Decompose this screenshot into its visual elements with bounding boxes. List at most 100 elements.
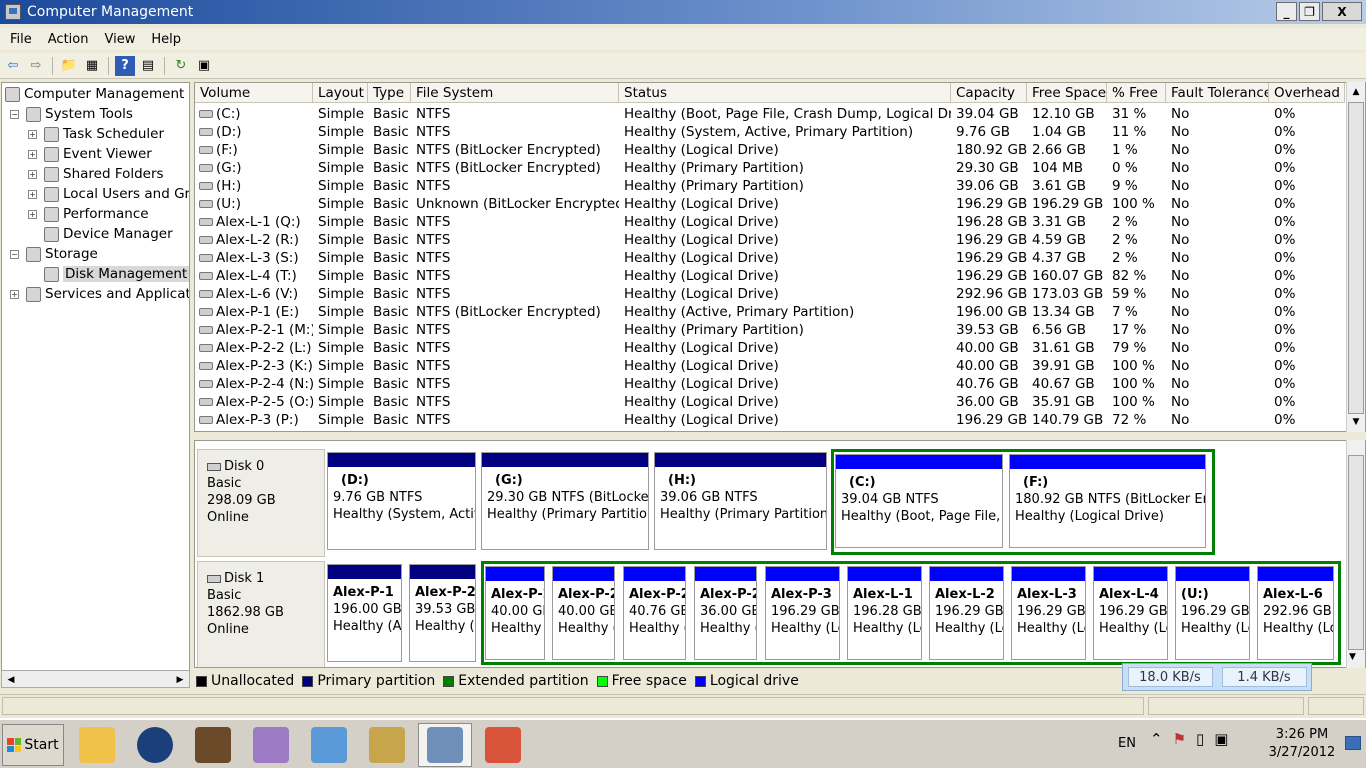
tree-item-storage[interactable]: − Storage — [10, 244, 98, 264]
show-hidden-icons-icon[interactable]: ⌃ — [1150, 730, 1163, 748]
back-icon[interactable]: ⇦ — [3, 56, 23, 76]
taskbar-button[interactable] — [128, 723, 182, 767]
scroll-right-icon[interactable]: ▶ — [173, 673, 187, 687]
disk-map-scrollbar[interactable]: ▼ — [1346, 440, 1365, 668]
menu-action[interactable]: Action — [40, 32, 97, 47]
scroll-down-icon[interactable]: ▼ — [1349, 415, 1363, 429]
tree-item-services-and-applicatio[interactable]: + Services and Applicatio — [10, 284, 189, 304]
scroll-left-icon[interactable]: ◀ — [4, 673, 18, 687]
tree-item-system-tools[interactable]: − System Tools — [10, 104, 133, 124]
partition[interactable]: Alex-P-1 196.00 GB Healthy (Ac — [327, 564, 402, 662]
column-header-fault-tolerance[interactable]: Fault Tolerance — [1166, 83, 1269, 103]
table-row[interactable]: (U:) Simple Basic Unknown (BitLocker Encryp… — [195, 195, 1345, 213]
partition[interactable]: Alex-L-3 196.29 GB Healthy (Lo — [1011, 566, 1086, 660]
disk-info-0[interactable]: Disk 0 Basic 298.09 GB Online — [197, 449, 325, 557]
tree-item-performance[interactable]: + Performance — [28, 204, 149, 224]
partition[interactable]: Alex-P-2 40.76 GB Healthy ( — [623, 566, 686, 660]
minimize-button[interactable]: _ — [1276, 2, 1297, 21]
export-icon[interactable]: ▣ — [194, 56, 214, 76]
scroll-thumb[interactable] — [1348, 102, 1364, 414]
table-row[interactable]: Alex-L-4 (T:) Simple Basic NTFS Healthy (Log… — [195, 267, 1345, 285]
partition[interactable]: Alex-L-2 196.29 GB Healthy (Lo — [929, 566, 1004, 660]
partition[interactable]: Alex-P-2 36.00 GB Healthy ( — [694, 566, 757, 660]
power-icon[interactable]: ▯ — [1196, 730, 1204, 748]
column-header-capacity[interactable]: Capacity — [951, 83, 1027, 103]
forward-icon[interactable]: ⇨ — [26, 56, 46, 76]
refresh-icon[interactable]: ↻ — [171, 56, 191, 76]
show-hide-tree-icon[interactable]: ▦ — [82, 56, 102, 76]
volume-list-scrollbar[interactable]: ▲ ▼ — [1346, 82, 1365, 432]
table-row[interactable]: (C:) Simple Basic NTFS Healthy (Boot, Page F… — [195, 105, 1345, 123]
column-header-file-system[interactable]: File System — [411, 83, 619, 103]
partition[interactable]: Alex-L-1 196.28 GB Healthy (Lo — [847, 566, 922, 660]
table-row[interactable]: Alex-L-2 (R:) Simple Basic NTFS Healthy (Log… — [195, 231, 1345, 249]
tree-item-device-manager[interactable]: Device Manager — [28, 224, 173, 244]
network-icon[interactable]: ▣ — [1214, 730, 1228, 748]
partition[interactable]: (F:) 180.92 GB NTFS (BitLocker En Healthy … — [1009, 454, 1206, 548]
tree-horizontal-scrollbar[interactable]: ◀ ▶ — [1, 670, 190, 688]
tree-item-local-users-and-grou[interactable]: + Local Users and Grou — [28, 184, 189, 204]
column-header--free[interactable]: % Free — [1107, 83, 1166, 103]
scroll-thumb[interactable] — [1348, 455, 1364, 650]
disk-info-1[interactable]: Disk 1 Basic 1862.98 GB Online — [197, 561, 325, 667]
taskbar-button[interactable] — [70, 723, 124, 767]
expand-collapse-icon[interactable]: + — [10, 289, 19, 299]
taskbar-button[interactable] — [302, 723, 356, 767]
expand-collapse-icon[interactable]: − — [10, 249, 19, 259]
action-center-icon[interactable]: ⚑ — [1173, 730, 1186, 748]
table-row[interactable]: Alex-P-2-4 (N:) Simple Basic NTFS Healthy (L… — [195, 375, 1345, 393]
properties-icon[interactable]: ▤ — [138, 56, 158, 76]
table-row[interactable]: (F:) Simple Basic NTFS (BitLocker Encrypted… — [195, 141, 1345, 159]
partition[interactable]: (U:) 196.29 GB Healthy (Lo — [1175, 566, 1250, 660]
partition[interactable]: (C:) 39.04 GB NTFS Healthy (Boot, Page Fil… — [835, 454, 1003, 548]
clock[interactable]: 3:26 PM 3/27/2012 — [1262, 726, 1342, 762]
scroll-down-icon[interactable]: ▼ — [1349, 652, 1356, 662]
taskbar-button[interactable] — [186, 723, 240, 767]
help-icon[interactable]: ? — [115, 55, 135, 76]
tree-item-shared-folders[interactable]: + Shared Folders — [28, 164, 164, 184]
show-desktop-button[interactable] — [1345, 736, 1361, 750]
expand-collapse-icon[interactable]: + — [28, 149, 37, 159]
column-header-layout[interactable]: Layout — [313, 83, 368, 103]
menu-file[interactable]: File — [2, 32, 40, 47]
expand-collapse-icon[interactable]: + — [28, 169, 37, 179]
tree-item-task-scheduler[interactable]: + Task Scheduler — [28, 124, 164, 144]
expand-collapse-icon[interactable]: − — [10, 109, 19, 119]
expand-collapse-icon[interactable]: + — [28, 189, 37, 199]
tree-item-disk-management[interactable]: Disk Management — [28, 264, 189, 284]
up-folder-icon[interactable]: 📁 — [59, 56, 79, 76]
table-row[interactable]: (G:) Simple Basic NTFS (BitLocker Encrypted… — [195, 159, 1345, 177]
menu-view[interactable]: View — [96, 32, 143, 47]
taskbar-button[interactable] — [418, 723, 472, 767]
partition[interactable]: Alex-L-6 292.96 GB Healthy (Lo — [1257, 566, 1334, 660]
menu-help[interactable]: Help — [143, 32, 189, 47]
partition[interactable]: Alex-P-2 40.00 GB Healthy — [485, 566, 545, 660]
tree-item-event-viewer[interactable]: + Event Viewer — [28, 144, 152, 164]
table-row[interactable]: Alex-P-2-1 (M:) Simple Basic NTFS Healthy (P… — [195, 321, 1345, 339]
table-row[interactable]: (H:) Simple Basic NTFS Healthy (Primary Part… — [195, 177, 1345, 195]
column-header-free-space[interactable]: Free Space — [1027, 83, 1107, 103]
taskbar-button[interactable] — [476, 723, 530, 767]
table-row[interactable]: (D:) Simple Basic NTFS Healthy (System, Acti… — [195, 123, 1345, 141]
table-row[interactable]: Alex-P-3 (P:) Simple Basic NTFS Healthy (Log… — [195, 411, 1345, 429]
partition[interactable]: (H:) 39.06 GB NTFS Healthy (Primary Partit… — [654, 452, 827, 550]
tree-item-computer-management-lo[interactable]: Computer Management (Lo — [5, 84, 189, 104]
table-row[interactable]: Alex-P-2-3 (K:) Simple Basic NTFS Healthy (L… — [195, 357, 1345, 375]
taskbar-button[interactable] — [360, 723, 414, 767]
close-button[interactable]: X — [1322, 2, 1362, 21]
column-header-type[interactable]: Type — [368, 83, 411, 103]
column-header-volume[interactable]: Volume — [195, 83, 313, 103]
column-header-overhead[interactable]: Overhead — [1269, 83, 1345, 103]
taskbar-button[interactable] — [244, 723, 298, 767]
table-row[interactable]: Alex-P-2-2 (L:) Simple Basic NTFS Healthy (L… — [195, 339, 1345, 357]
language-indicator[interactable]: EN — [1118, 736, 1136, 751]
partition[interactable]: (G:) 29.30 GB NTFS (BitLocker Healthy (Pri… — [481, 452, 649, 550]
expand-collapse-icon[interactable]: + — [28, 209, 37, 219]
scroll-up-icon[interactable]: ▲ — [1349, 85, 1363, 99]
table-row[interactable]: Alex-L-6 (V:) Simple Basic NTFS Healthy (Log… — [195, 285, 1345, 303]
table-row[interactable]: Alex-L-1 (Q:) Simple Basic NTFS Healthy (Log… — [195, 213, 1345, 231]
expand-collapse-icon[interactable]: + — [28, 129, 37, 139]
table-row[interactable]: Alex-L-3 (S:) Simple Basic NTFS Healthy (Log… — [195, 249, 1345, 267]
table-row[interactable]: Alex-P-2-5 (O:) Simple Basic NTFS Healthy (L… — [195, 393, 1345, 411]
maximize-button[interactable]: ❐ — [1299, 2, 1320, 21]
